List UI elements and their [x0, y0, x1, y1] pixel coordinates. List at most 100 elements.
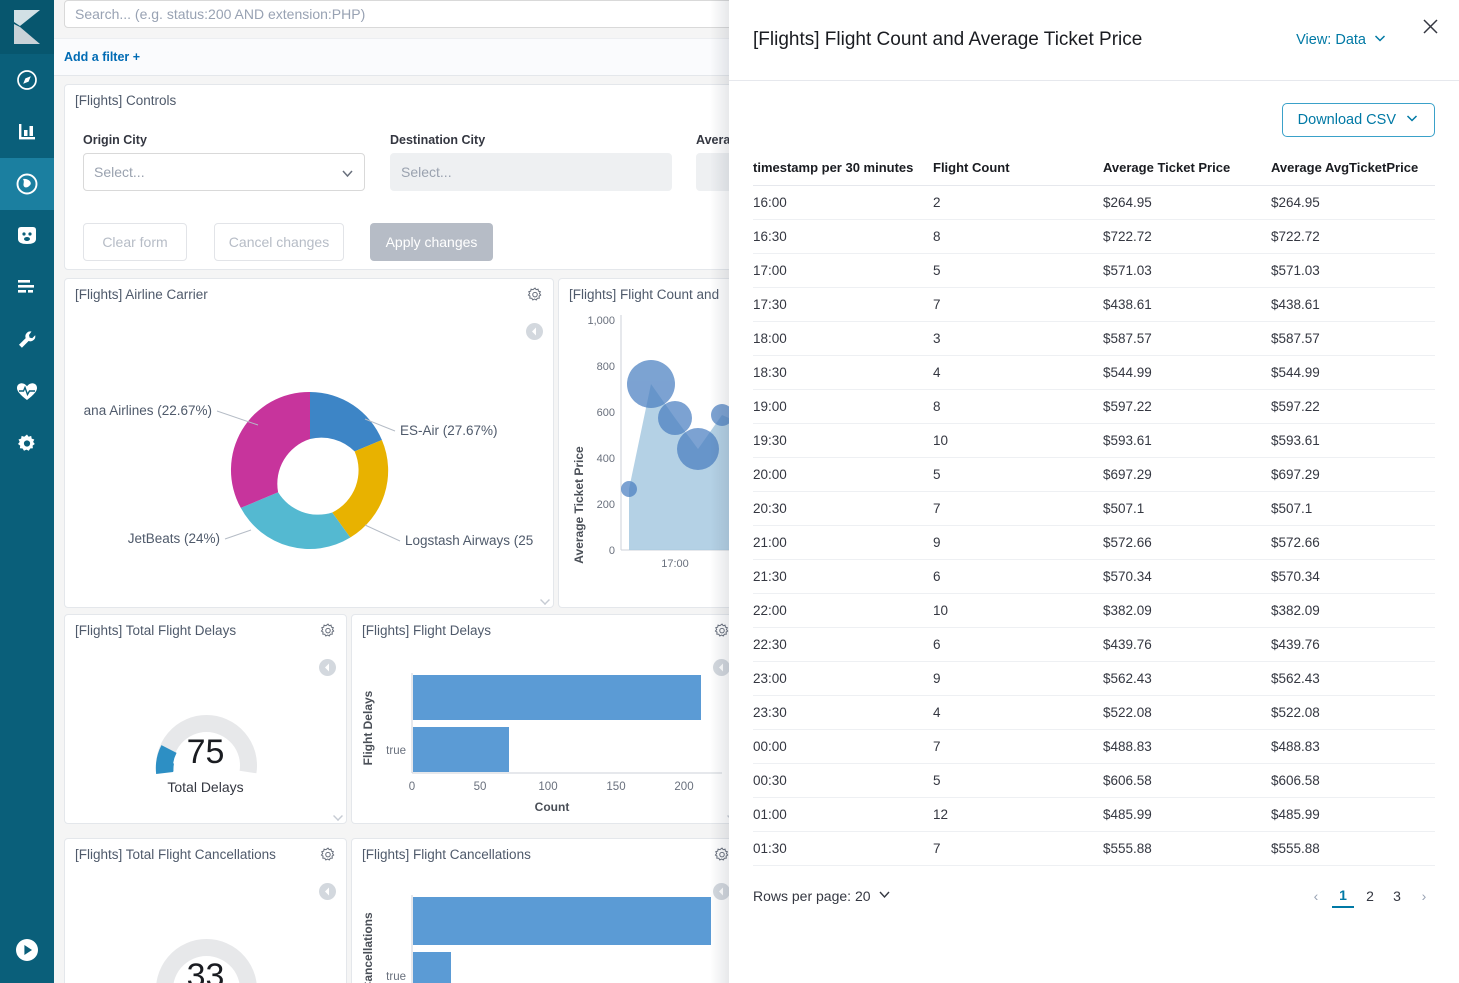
cell-flight-count: 10 — [933, 593, 1103, 628]
select-origin-city[interactable]: Select... — [83, 153, 365, 191]
cell-average-avgticketprice: $562.43 — [1271, 661, 1435, 696]
svg-text:200: 200 — [597, 499, 615, 511]
sidebar-item-dashboard[interactable] — [0, 158, 54, 210]
download-csv-row: Download CSV — [753, 81, 1435, 137]
donut-label-kibana-airlines: ana Airlines (22.67%) — [84, 403, 212, 418]
clear-form-button[interactable]: Clear form — [83, 223, 187, 261]
cell-flight-count: 6 — [933, 627, 1103, 662]
cell-average-avgticketprice: $555.88 — [1271, 831, 1435, 866]
cell-average-ticket-price: $438.61 — [1103, 287, 1271, 322]
table-row: 19:30 10 $593.61 $593.61 — [753, 423, 1435, 458]
cell-timestamp: 23:30 — [753, 695, 933, 730]
chevron-down-icon — [341, 167, 354, 183]
apply-changes-button[interactable]: Apply changes — [370, 223, 493, 261]
cell-timestamp: 20:00 — [753, 457, 933, 492]
svg-text:true: true — [386, 745, 406, 757]
select-destination-city[interactable]: Select... — [390, 153, 672, 191]
cell-average-ticket-price: $597.22 — [1103, 389, 1271, 424]
cell-average-avgticketprice: $593.61 — [1271, 423, 1435, 458]
panel-resize-handle[interactable] — [333, 811, 343, 821]
view-selector-label: View: Data — [1296, 32, 1366, 48]
page-button-1[interactable]: 1 — [1332, 884, 1354, 908]
cell-average-ticket-price: $439.76 — [1103, 627, 1271, 662]
table-row: 00:30 5 $606.58 $606.58 — [753, 763, 1435, 798]
panel-total-flight-delays: [Flights] Total Flight Delays 75 Total D… — [64, 614, 347, 824]
table-row: 16:30 8 $722.72 $722.72 — [753, 219, 1435, 254]
flyout-title: [Flights] Flight Count and Average Ticke… — [753, 29, 1143, 50]
cell-timestamp: 01:30 — [753, 831, 933, 866]
sidebar-item-dev-tools[interactable] — [0, 314, 54, 366]
cell-average-ticket-price: $507.1 — [1103, 491, 1271, 526]
svg-text:0: 0 — [609, 545, 615, 557]
table-row: 17:00 5 $571.03 $571.03 — [753, 253, 1435, 288]
table-row: 23:30 4 $522.08 $522.08 — [753, 695, 1435, 730]
cell-timestamp: 21:00 — [753, 525, 933, 560]
sidebar-item-discover[interactable] — [0, 54, 54, 106]
view-selector-button[interactable]: View: Data — [1296, 31, 1435, 49]
page-button-2[interactable]: 2 — [1359, 884, 1381, 908]
cell-flight-count: 4 — [933, 355, 1103, 390]
close-button[interactable] — [1419, 18, 1441, 40]
clear-form-label: Clear form — [102, 234, 168, 250]
table-body: 16:00 2 $264.95 $264.95 16:30 8 $722.72 $722.72… — [753, 185, 1435, 866]
flyout-header: [Flights] Flight Count and Average Ticke… — [729, 0, 1459, 81]
sidebar-item-monitoring[interactable] — [0, 366, 54, 418]
table-row: 17:30 7 $438.61 $438.61 — [753, 287, 1435, 322]
rows-per-page-button[interactable]: Rows per page: 20 — [753, 888, 891, 904]
kibana-logo-icon[interactable] — [0, 0, 54, 54]
cancel-changes-label: Cancel changes — [228, 234, 330, 250]
panel-title-controls: [Flights] Controls — [75, 93, 177, 108]
table-row: 18:30 4 $544.99 $544.99 — [753, 355, 1435, 390]
panel-options-gear-icon[interactable] — [320, 623, 336, 644]
cell-timestamp: 19:30 — [753, 423, 933, 458]
nav-collapse-button[interactable] — [0, 921, 54, 983]
download-csv-button[interactable]: Download CSV — [1281, 103, 1435, 137]
cell-average-avgticketprice: $544.99 — [1271, 355, 1435, 390]
sidebar-item-management[interactable] — [0, 418, 54, 470]
column-header-timestamp[interactable]: timestamp per 30 minutes — [753, 156, 933, 186]
sidebar-item-visualize[interactable] — [0, 106, 54, 158]
cell-flight-count: 5 — [933, 253, 1103, 288]
svg-text:50: 50 — [474, 781, 487, 793]
cell-flight-count: 9 — [933, 661, 1103, 696]
table-row: 21:30 6 $570.34 $570.34 — [753, 559, 1435, 594]
page-button-3[interactable]: 3 — [1386, 884, 1408, 908]
cell-average-ticket-price: $593.61 — [1103, 423, 1271, 458]
cancel-changes-button[interactable]: Cancel changes — [214, 223, 344, 261]
panel-title-flight-cancellations: [Flights] Flight Cancellations — [362, 847, 531, 862]
sidebar-item-logs[interactable] — [0, 262, 54, 314]
cell-average-ticket-price: $570.34 — [1103, 559, 1271, 594]
cell-flight-count: 10 — [933, 423, 1103, 458]
table-row: 20:30 7 $507.1 $507.1 — [753, 491, 1435, 526]
column-header-average-avgticketprice[interactable]: Average AvgTicketPrice — [1271, 156, 1435, 186]
svg-text:150: 150 — [606, 781, 625, 793]
gauge-delays-value: 75 — [186, 733, 225, 771]
chevron-down-icon — [878, 888, 891, 904]
panel-options-gear-icon[interactable] — [320, 847, 336, 868]
download-csv-label: Download CSV — [1297, 112, 1396, 128]
sidebar-item-canvas[interactable] — [0, 210, 54, 262]
table-row: 01:30 7 $555.88 $555.88 — [753, 831, 1435, 866]
column-header-flight-count[interactable]: Flight Count — [933, 156, 1103, 186]
next-page-button[interactable]: › — [1413, 884, 1435, 908]
cell-average-ticket-price: $544.99 — [1103, 355, 1271, 390]
cell-average-ticket-price: $606.58 — [1103, 763, 1271, 798]
prev-page-button[interactable]: ‹ — [1305, 884, 1327, 908]
search-placeholder: Search... (e.g. status:200 AND extension… — [75, 6, 366, 22]
cell-flight-count: 3 — [933, 321, 1103, 356]
apply-changes-label: Apply changes — [385, 234, 478, 250]
global-nav-sidebar — [0, 0, 54, 983]
table-header-row: timestamp per 30 minutes Flight Count Av… — [753, 156, 1435, 186]
cell-flight-count: 5 — [933, 457, 1103, 492]
svg-text:100: 100 — [538, 781, 557, 793]
svg-text:17:00: 17:00 — [661, 558, 689, 570]
cell-average-avgticketprice: $570.34 — [1271, 559, 1435, 594]
svg-text:400: 400 — [597, 453, 615, 465]
svg-text:true: true — [386, 971, 406, 983]
panel-title-total-flight-delays: [Flights] Total Flight Delays — [75, 623, 237, 638]
cell-timestamp: 22:30 — [753, 627, 933, 662]
cell-flight-count: 7 — [933, 729, 1103, 764]
column-header-average-ticket-price[interactable]: Average Ticket Price — [1103, 156, 1271, 186]
add-filter-button[interactable]: Add a filter + — [64, 50, 140, 64]
table-row: 20:00 5 $697.29 $697.29 — [753, 457, 1435, 492]
